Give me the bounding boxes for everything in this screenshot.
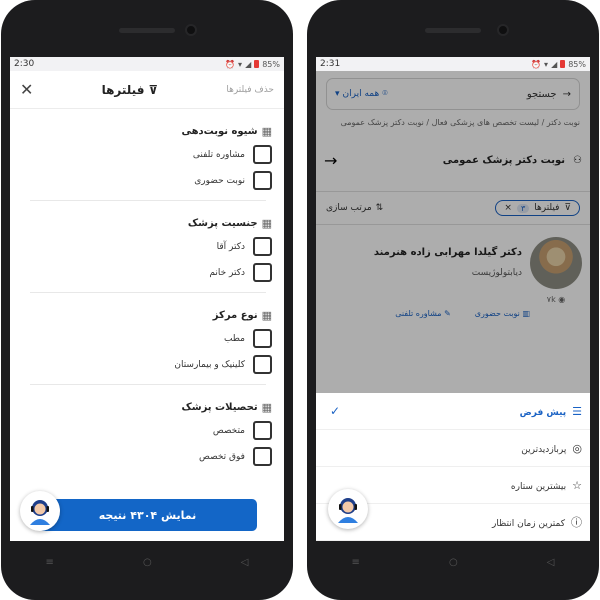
section-title: جنسیت پزشک <box>187 218 258 229</box>
battery-icon <box>254 60 260 68</box>
android-nav-bar: ≡ ○ ◁ <box>1 538 293 586</box>
filter-section-education: ▦ تحصیلات پزشک متخصص فوق تخصص <box>10 401 284 466</box>
filter-header: ✕ فیلترها ⊽ حذف فیلترها <box>10 71 284 109</box>
menu-icon[interactable]: ≡ <box>352 557 360 568</box>
option-in-person[interactable]: نوبت حضوری <box>10 171 272 190</box>
calendar-icon: ▦ <box>261 401 272 414</box>
modal-overlay[interactable] <box>316 71 590 393</box>
signal-icon: ◢ <box>551 59 558 69</box>
menu-icon[interactable]: ≡ <box>46 557 54 568</box>
support-agent-icon <box>30 500 50 525</box>
eye-icon: ◎ <box>572 441 582 455</box>
option-female-doctor[interactable]: دکتر خانم <box>10 263 272 282</box>
battery-percent: 85% <box>262 59 280 69</box>
checkbox[interactable] <box>253 145 272 164</box>
divider <box>30 384 266 385</box>
wifi-icon: ▾ <box>544 59 549 69</box>
check-icon: ✓ <box>330 404 341 418</box>
wifi-icon: ▾ <box>238 59 243 69</box>
support-avatar[interactable] <box>20 491 60 531</box>
list-icon: ☰ <box>572 404 582 418</box>
filter-section-appointment: ▦ شیوه نوبت‌دهی مشاوره تلفنی نوبت حضوری <box>10 125 284 190</box>
stars-icon: ☆ <box>572 478 582 492</box>
checkbox[interactable] <box>253 355 272 374</box>
back-icon[interactable]: ◁ <box>547 557 555 568</box>
android-nav-bar: ≡ ○ ◁ <box>307 538 599 586</box>
calendar-icon: ▦ <box>261 125 272 138</box>
battery-icon <box>560 60 566 68</box>
option-male-doctor[interactable]: دکتر آقا <box>10 237 272 256</box>
divider <box>30 292 266 293</box>
speaker-grille <box>119 28 175 33</box>
info-icon: ⓘ <box>571 516 582 529</box>
checkbox[interactable] <box>253 263 272 282</box>
calendar-icon: ▦ <box>261 309 272 322</box>
status-time: 2:30 <box>14 59 35 69</box>
alarm-icon: ⏰ <box>225 59 236 69</box>
filter-title: فیلترها ⊽ <box>101 82 159 97</box>
home-icon[interactable]: ○ <box>143 557 152 568</box>
filter-section-center-type: ▦ نوع مرکز مطب کلینیک و بیمارستان <box>10 309 284 374</box>
option-office[interactable]: مطب <box>10 329 272 348</box>
section-title: شیوه نوبت‌دهی <box>181 126 258 137</box>
status-time: 2:31 <box>320 59 341 69</box>
back-icon[interactable]: ◁ <box>241 557 249 568</box>
checkbox[interactable] <box>253 421 272 440</box>
signal-icon: ◢ <box>245 59 252 69</box>
calendar-icon: ▦ <box>261 217 272 230</box>
section-title: نوع مرکز <box>212 310 258 321</box>
checkbox[interactable] <box>253 171 272 190</box>
support-avatar[interactable] <box>328 489 368 529</box>
checkbox[interactable] <box>253 329 272 348</box>
close-icon[interactable]: ✕ <box>20 80 33 99</box>
home-icon[interactable]: ○ <box>449 557 458 568</box>
checkbox[interactable] <box>253 237 272 256</box>
option-phone-consult[interactable]: مشاوره تلفنی <box>10 145 272 164</box>
sort-option-default[interactable]: ☰پیش فرض ✓ <box>316 393 590 430</box>
sort-option-most-viewed[interactable]: ◎پربازدیدترین <box>316 430 590 467</box>
filters-screen: 2:30 ⏰ ▾ ◢ 85% ✕ فیلترها ⊽ حذف فیلترها ▦… <box>10 57 284 541</box>
support-agent-icon <box>338 498 358 523</box>
speaker-grille <box>425 28 481 33</box>
front-camera <box>497 24 509 36</box>
alarm-icon: ⏰ <box>531 59 542 69</box>
option-subspecialist[interactable]: فوق تخصص <box>10 447 272 466</box>
show-results-button[interactable]: نمایش ۴۳۰۴ نتیجه <box>38 499 257 531</box>
status-bar: 2:30 ⏰ ▾ ◢ 85% <box>10 57 284 71</box>
divider <box>30 200 266 201</box>
filter-section-gender: ▦ جنسیت پزشک دکتر آقا دکتر خانم <box>10 217 284 282</box>
option-specialist[interactable]: متخصص <box>10 421 272 440</box>
doctor-list-screen: 2:31 ⏰ ▾ ◢ 85% ▾ همه ایران ⌾ جستجو → نوب… <box>316 57 590 541</box>
clear-filters-button[interactable]: حذف فیلترها <box>226 85 274 95</box>
battery-percent: 85% <box>568 59 586 69</box>
checkbox[interactable] <box>253 447 272 466</box>
filter-funnel-icon: ⊽ <box>148 82 159 97</box>
phone-frame-right: 2:31 ⏰ ▾ ◢ 85% ▾ همه ایران ⌾ جستجو → نوب… <box>307 0 599 600</box>
option-clinic-hospital[interactable]: کلینیک و بیمارستان <box>10 355 272 374</box>
status-bar: 2:31 ⏰ ▾ ◢ 85% <box>316 57 590 71</box>
phone-frame-left: 2:30 ⏰ ▾ ◢ 85% ✕ فیلترها ⊽ حذف فیلترها ▦… <box>1 0 293 600</box>
front-camera <box>185 24 197 36</box>
section-title: تحصیلات پزشک <box>181 402 258 413</box>
